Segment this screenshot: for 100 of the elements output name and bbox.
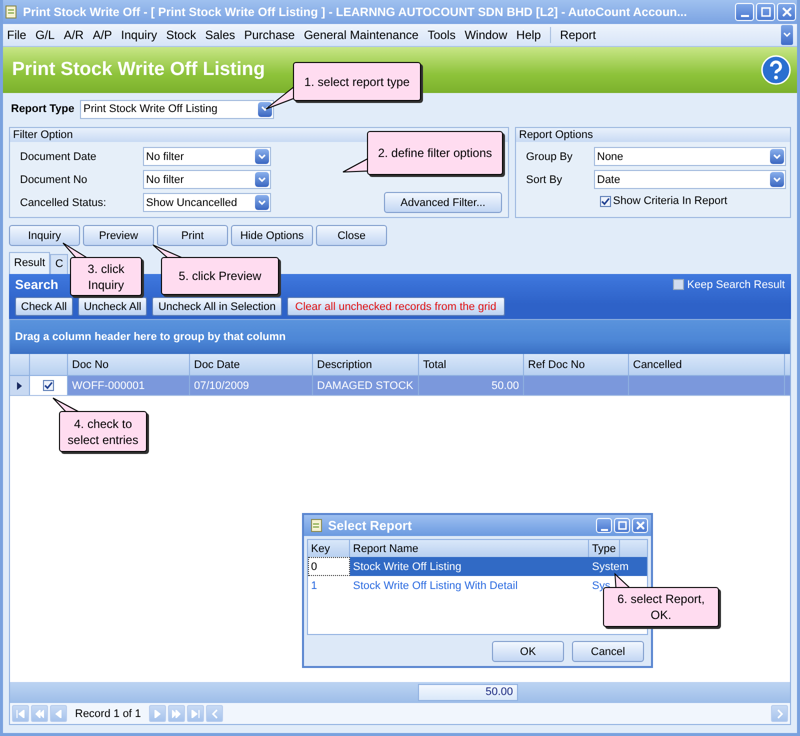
last-record-icon: [191, 710, 200, 718]
menu-item[interactable]: Window: [464, 28, 508, 42]
group-by-hint: Drag a column header here to group by that column: [10, 320, 790, 354]
close-icon: [782, 7, 792, 17]
callout-note: 2. define filter options: [367, 131, 503, 175]
action-button[interactable]: Hide Options: [231, 225, 313, 246]
filter-dropdown[interactable]: Show Uncancelled: [143, 193, 271, 212]
close-button[interactable]: [777, 3, 796, 21]
dialog-title: Select Report: [328, 518, 413, 533]
callout-note: 6. select Report, OK.: [603, 587, 719, 627]
table-cell-text: Stock Write Off Listing With Detail: [352, 578, 519, 594]
next-record-icon: [153, 710, 162, 718]
maximize-button[interactable]: [756, 3, 775, 21]
callout-note: 1. select report type: [293, 62, 421, 101]
menu-item[interactable]: Help: [516, 28, 541, 42]
previous-page-icon: [35, 710, 44, 718]
filter-dropdown[interactable]: No filter: [143, 170, 271, 189]
filter-dropdown[interactable]: No filter: [143, 147, 271, 166]
grid-action-button[interactable]: Check All: [15, 297, 73, 316]
search-title: Search: [15, 277, 58, 292]
column-header[interactable]: Ref Doc No: [524, 354, 629, 375]
table-cell-text: Stock Write Off Listing: [352, 560, 462, 574]
menu-item[interactable]: Tools: [428, 28, 456, 42]
grid-action-button[interactable]: Uncheck All in Selection: [152, 297, 282, 316]
option-dropdown[interactable]: None: [594, 147, 786, 166]
checkbox-label: Keep Search Result: [687, 278, 785, 290]
table-cell: DAMAGED STOCK: [313, 376, 419, 395]
chevron-down-icon: [258, 154, 266, 160]
minimize-icon: [740, 15, 748, 17]
tab[interactable]: C: [50, 254, 68, 274]
checkbox-label: Show Criteria In Report: [613, 195, 728, 207]
table-cell: 50.00: [419, 376, 524, 395]
chevron-left-icon: [210, 708, 219, 718]
filter-label: Document Date: [20, 150, 98, 162]
column-header[interactable]: Cancelled: [629, 354, 785, 375]
menu-overflow-button[interactable]: [781, 25, 793, 45]
chevron-down-icon: [258, 176, 266, 182]
record-counter: Record 1 of 1: [74, 708, 142, 720]
dialog-button[interactable]: Cancel: [572, 641, 644, 662]
maximize-icon: [760, 7, 770, 17]
page-title: Print Stock Write Off Listing: [12, 59, 266, 81]
menu-item[interactable]: Report: [560, 28, 596, 42]
chevron-down-icon: [773, 176, 781, 182]
column-header[interactable]: Total: [419, 354, 524, 375]
minimize-button[interactable]: [735, 3, 754, 21]
menu-item[interactable]: General Maintenance: [304, 28, 419, 42]
menu-item[interactable]: File: [7, 28, 26, 42]
menu-item[interactable]: A/R: [64, 28, 84, 42]
menu-item[interactable]: Inquiry: [121, 28, 158, 42]
chevron-down-icon: [783, 31, 791, 39]
action-button[interactable]: Preview: [83, 225, 154, 246]
grid-action-button[interactable]: Uncheck All: [78, 297, 148, 316]
table-cell-text: 1: [310, 578, 318, 594]
filter-label: Cancelled Status:: [20, 196, 108, 208]
panel-title: Report Options: [516, 128, 790, 142]
column-header[interactable]: Description: [313, 354, 419, 375]
document-icon: [4, 5, 18, 19]
minimize-button[interactable]: [596, 518, 612, 533]
column-header[interactable]: Doc Date: [190, 354, 313, 375]
chevron-down-icon: [773, 154, 781, 160]
maximize-icon: [618, 521, 626, 530]
maximize-button[interactable]: [614, 518, 630, 533]
action-button[interactable]: Print: [157, 225, 228, 246]
row-pointer-icon: [16, 382, 22, 390]
window-title: Print Stock Write Off - [ Print Stock Write Off Listing ] - LEARNNG AUTOCOUNT SDN BHD [L2] - AutoCount Accoun...: [23, 5, 688, 19]
column-header[interactable]: Doc No: [68, 354, 190, 375]
menu-item[interactable]: Purchase: [244, 28, 295, 42]
grid-action-button[interactable]: Clear all unchecked records from the grid: [286, 297, 505, 316]
document-icon: [310, 519, 323, 532]
chevron-right-icon: [776, 708, 784, 718]
table-cell-text: System: [591, 560, 630, 574]
total-summary: 50.00: [418, 684, 518, 701]
help-icon[interactable]: [761, 55, 791, 85]
check-icon: [44, 381, 53, 390]
option-label: Sort By: [526, 174, 564, 186]
action-button[interactable]: Inquiry: [9, 225, 80, 246]
menu-item[interactable]: Sales: [205, 28, 236, 42]
advanced-filter-button[interactable]: Advanced Filter...: [384, 192, 502, 213]
menu-item[interactable]: G/L: [35, 28, 55, 42]
table-cell: 07/10/2009: [190, 376, 313, 395]
minimize-icon: [600, 528, 608, 530]
filter-label: Document No: [20, 174, 88, 186]
first-record-icon: [16, 710, 25, 718]
check-icon: [601, 196, 610, 206]
close-icon: [636, 521, 644, 530]
tab[interactable]: Result: [9, 252, 50, 274]
option-label: Group By: [526, 150, 574, 162]
action-button[interactable]: Close: [316, 225, 387, 246]
checkbox[interactable]: [600, 196, 611, 206]
report-type-label: Report Type: [11, 103, 74, 115]
menu-item[interactable]: Stock: [166, 28, 196, 42]
menu-item[interactable]: A/P: [92, 28, 112, 42]
table-cell: 0: [308, 557, 350, 576]
checkbox[interactable]: [43, 380, 54, 391]
close-button[interactable]: [632, 518, 648, 533]
option-dropdown[interactable]: Date: [594, 170, 786, 189]
report-type-dropdown[interactable]: Print Stock Write Off Listing: [80, 100, 274, 118]
dialog-button[interactable]: OK: [492, 641, 564, 662]
checkbox[interactable]: [673, 279, 684, 290]
report-row[interactable]: 0 Stock Write Off Listing System: [308, 557, 647, 576]
